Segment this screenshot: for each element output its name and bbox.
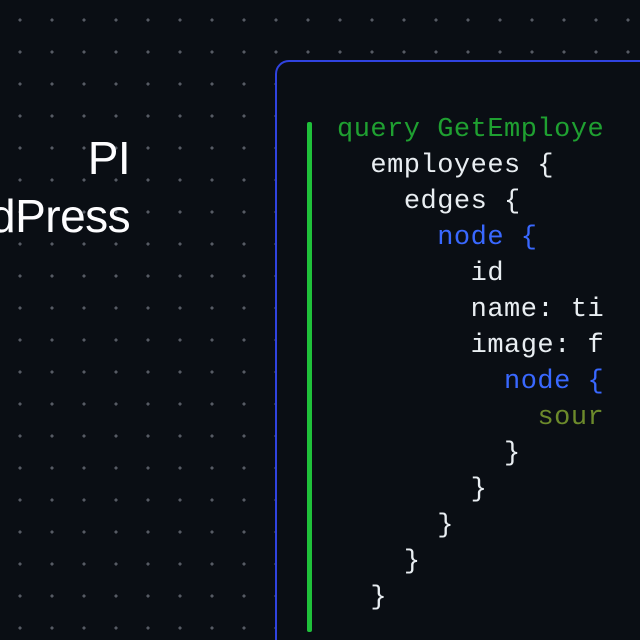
code-gutter-bar [307, 122, 312, 632]
code-text: sour [537, 403, 604, 433]
code-text: name: ti [471, 295, 605, 325]
editor-canvas: PI dPress query GetEmploye employees { e… [0, 0, 640, 640]
code-text: image: f [471, 331, 605, 361]
code-text: id [471, 259, 504, 289]
code-text: edges { [404, 187, 521, 217]
code-brace: } [404, 547, 421, 577]
heading-line-1: PI [0, 130, 130, 188]
code-brace: } [504, 439, 521, 469]
code-keyword: query [337, 115, 421, 145]
code-field: node { [504, 367, 604, 397]
code-field: node { [437, 223, 537, 253]
code-brace: } [370, 583, 387, 613]
heading-line-2: dPress [0, 188, 130, 246]
code-window: query GetEmploye employees { edges { nod… [275, 60, 640, 640]
code-text: employees { [370, 151, 554, 181]
code-text: GetEmploye [421, 115, 605, 145]
code-brace: } [471, 475, 488, 505]
code-brace: } [437, 511, 454, 541]
heading-partial: PI dPress [0, 130, 130, 245]
code-inner: query GetEmploye employees { edges { nod… [277, 62, 640, 640]
code-block[interactable]: query GetEmploye employees { edges { nod… [277, 112, 640, 616]
